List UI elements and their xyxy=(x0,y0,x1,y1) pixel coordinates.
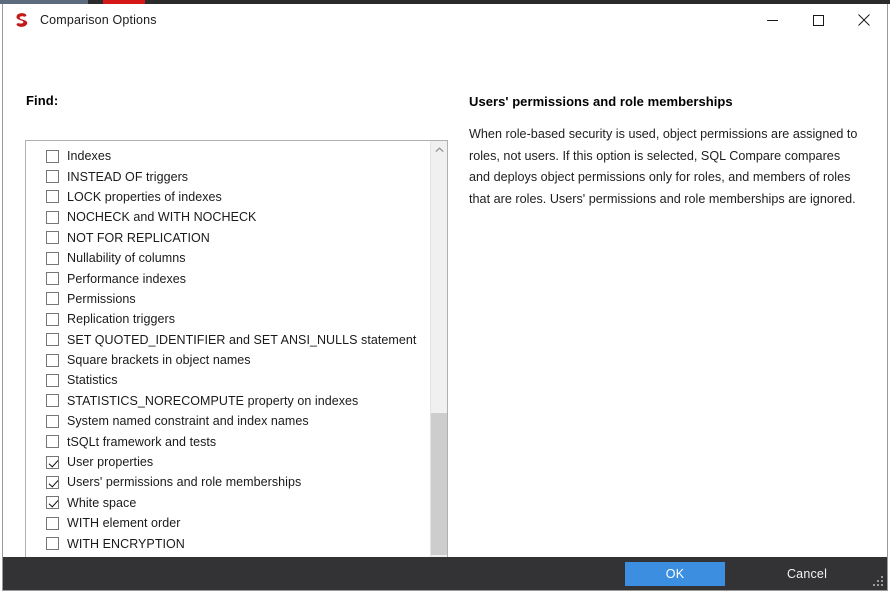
option-row[interactable]: NOCHECK and WITH NOCHECK xyxy=(26,207,429,227)
option-label: White space xyxy=(67,495,137,510)
checkbox-unchecked-icon[interactable] xyxy=(46,537,59,551)
option-row[interactable]: System named constraint and index names xyxy=(26,411,429,431)
options-list-scrollbar[interactable] xyxy=(430,141,447,573)
dialog-footer: OK Cancel xyxy=(3,557,887,590)
checkbox-unchecked-icon[interactable] xyxy=(46,190,59,204)
window-controls xyxy=(749,4,887,36)
find-label: Find: xyxy=(26,93,59,108)
option-row[interactable]: STATISTICS_NORECOMPUTE property on index… xyxy=(26,391,429,411)
maximize-button[interactable] xyxy=(795,4,841,36)
description-body: When role-based security is used, object… xyxy=(469,127,858,206)
checkbox-checked-icon[interactable] xyxy=(46,496,59,510)
checkbox-unchecked-icon[interactable] xyxy=(46,272,59,286)
option-row[interactable]: WITH ENCRYPTION xyxy=(26,533,429,553)
checkbox-unchecked-icon[interactable] xyxy=(46,333,59,347)
option-row[interactable]: User properties xyxy=(26,452,429,472)
redgate-logo-icon xyxy=(13,11,31,29)
checkbox-unchecked-icon[interactable] xyxy=(46,292,59,306)
checkbox-unchecked-icon[interactable] xyxy=(46,149,59,163)
option-row[interactable]: Square brackets in object names xyxy=(26,350,429,370)
option-row[interactable]: Users' permissions and role memberships xyxy=(26,472,429,492)
description-title: Users' permissions and role memberships xyxy=(469,94,733,109)
title-bar[interactable]: Comparison Options xyxy=(3,4,887,36)
options-list[interactable]: Indexes INSTEAD OF triggers LOCK propertie… xyxy=(26,141,429,573)
options-list-box: Indexes INSTEAD OF triggers LOCK propertie… xyxy=(25,140,448,574)
option-label: Replication triggers xyxy=(67,312,175,327)
resize-grip-icon[interactable] xyxy=(871,575,884,588)
option-label: tSQLt framework and tests xyxy=(67,434,217,449)
checkbox-unchecked-icon[interactable] xyxy=(46,353,59,367)
option-label: System named constraint and index names xyxy=(67,414,309,429)
option-row[interactable]: INSTEAD OF triggers xyxy=(26,166,429,186)
option-label: NOCHECK and WITH NOCHECK xyxy=(67,210,257,225)
option-row[interactable]: WITH element order xyxy=(26,513,429,533)
option-row[interactable]: White space xyxy=(26,493,429,513)
minimize-button[interactable] xyxy=(749,4,795,36)
close-button[interactable] xyxy=(841,4,887,36)
checkbox-unchecked-icon[interactable] xyxy=(46,394,59,408)
comparison-options-dialog: Comparison Options Find: Indexes INSTEAD… xyxy=(2,4,888,591)
checkbox-unchecked-icon[interactable] xyxy=(46,170,59,184)
option-label: LOCK properties of indexes xyxy=(67,189,222,204)
checkbox-unchecked-icon[interactable] xyxy=(46,435,59,449)
checkbox-unchecked-icon[interactable] xyxy=(46,210,59,224)
option-label: Square brackets in object names xyxy=(67,353,251,368)
option-row[interactable]: Permissions xyxy=(26,289,429,309)
option-row[interactable]: tSQLt framework and tests xyxy=(26,431,429,451)
option-label: User properties xyxy=(67,455,154,470)
description-panel: Users' permissions and role memberships … xyxy=(469,94,863,210)
option-row[interactable]: Replication triggers xyxy=(26,309,429,329)
option-label: STATISTICS_NORECOMPUTE property on index… xyxy=(67,393,359,408)
option-label: Nullability of columns xyxy=(67,251,186,266)
scrollbar-thumb[interactable] xyxy=(431,413,447,555)
option-row[interactable]: LOCK properties of indexes xyxy=(26,187,429,207)
ok-button[interactable]: OK xyxy=(625,561,725,586)
option-row[interactable]: NOT FOR REPLICATION xyxy=(26,228,429,248)
checkbox-unchecked-icon[interactable] xyxy=(46,251,59,265)
option-label: NOT FOR REPLICATION xyxy=(67,230,210,245)
cancel-button[interactable]: Cancel xyxy=(757,562,857,586)
option-label: SET QUOTED_IDENTIFIER and SET ANSI_NULLS… xyxy=(67,332,417,347)
option-label: Indexes xyxy=(67,149,112,164)
checkbox-unchecked-icon[interactable] xyxy=(46,231,59,245)
checkbox-unchecked-icon[interactable] xyxy=(46,414,59,428)
option-label: WITH ENCRYPTION xyxy=(67,536,185,551)
option-label: Permissions xyxy=(67,291,136,306)
checkbox-checked-icon[interactable] xyxy=(46,455,59,469)
option-row[interactable]: Nullability of columns xyxy=(26,248,429,268)
option-label: Users' permissions and role memberships xyxy=(67,475,302,490)
window-title: Comparison Options xyxy=(40,13,157,27)
option-row[interactable]: Indexes xyxy=(26,146,429,166)
option-label: Statistics xyxy=(67,373,118,388)
option-row[interactable]: Performance indexes xyxy=(26,268,429,288)
checkbox-unchecked-icon[interactable] xyxy=(46,516,59,530)
option-label: Performance indexes xyxy=(67,271,187,286)
option-label: INSTEAD OF triggers xyxy=(67,169,189,184)
scroll-up-arrow-icon[interactable] xyxy=(431,141,447,159)
checkbox-unchecked-icon[interactable] xyxy=(46,312,59,326)
option-label: WITH element order xyxy=(67,516,181,531)
option-row[interactable]: Statistics xyxy=(26,370,429,390)
checkbox-checked-icon[interactable] xyxy=(46,475,59,489)
checkbox-unchecked-icon[interactable] xyxy=(46,373,59,387)
option-row[interactable]: SET QUOTED_IDENTIFIER and SET ANSI_NULLS… xyxy=(26,330,429,350)
dialog-content: Find: Indexes INSTEAD OF triggers LOCK pro… xyxy=(3,36,887,574)
